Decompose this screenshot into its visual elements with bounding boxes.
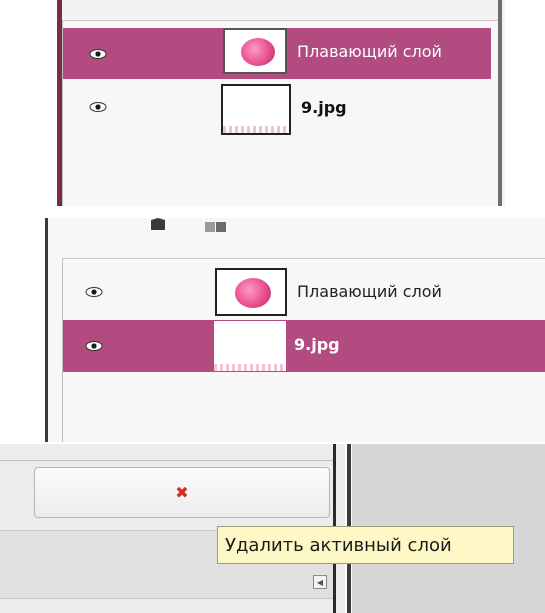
layer-name: 9.jpg xyxy=(294,335,340,354)
layer-thumbnail-9jpg xyxy=(214,321,286,371)
eye-icon[interactable] xyxy=(85,286,103,298)
divider xyxy=(0,460,333,461)
tooltip: Удалить активный слой xyxy=(217,526,514,564)
layer-name: Плавающий слой xyxy=(297,282,442,301)
layer-name: Плавающий слой xyxy=(297,42,442,61)
brain-icon xyxy=(235,278,271,308)
delete-layer-button[interactable]: ✖ xyxy=(34,467,330,518)
layer-name: 9.jpg xyxy=(301,98,347,117)
panel-2-left-edge xyxy=(45,218,48,442)
toolbar-icon xyxy=(151,218,165,230)
layer-row-floating[interactable]: Плавающий слой xyxy=(63,28,491,79)
divider xyxy=(0,598,333,599)
layer-thumbnail-floating xyxy=(223,28,287,74)
toolbar-icon xyxy=(205,222,226,232)
delete-x-icon: ✖ xyxy=(175,483,189,502)
image-preview xyxy=(214,364,286,371)
brain-icon xyxy=(241,38,275,66)
eye-icon[interactable] xyxy=(89,48,107,60)
divider xyxy=(62,258,545,259)
panel-1-right-edge xyxy=(498,0,502,206)
eye-icon[interactable] xyxy=(89,101,107,113)
layer-row-9jpg[interactable]: 9.jpg xyxy=(63,82,491,136)
layer-row-floating[interactable]: Плавающий слой xyxy=(63,266,545,318)
tooltip-text: Удалить активный слой xyxy=(225,534,452,556)
layer-thumbnail-floating xyxy=(215,268,287,316)
divider xyxy=(62,20,498,21)
layer-thumbnail-9jpg xyxy=(221,84,291,135)
image-preview xyxy=(223,126,289,133)
eye-icon[interactable] xyxy=(85,340,103,352)
arrow-left-icon: ◀ xyxy=(316,577,324,587)
layer-row-9jpg[interactable]: 9.jpg xyxy=(63,320,545,372)
scroll-left-button[interactable]: ◀ xyxy=(313,575,327,589)
